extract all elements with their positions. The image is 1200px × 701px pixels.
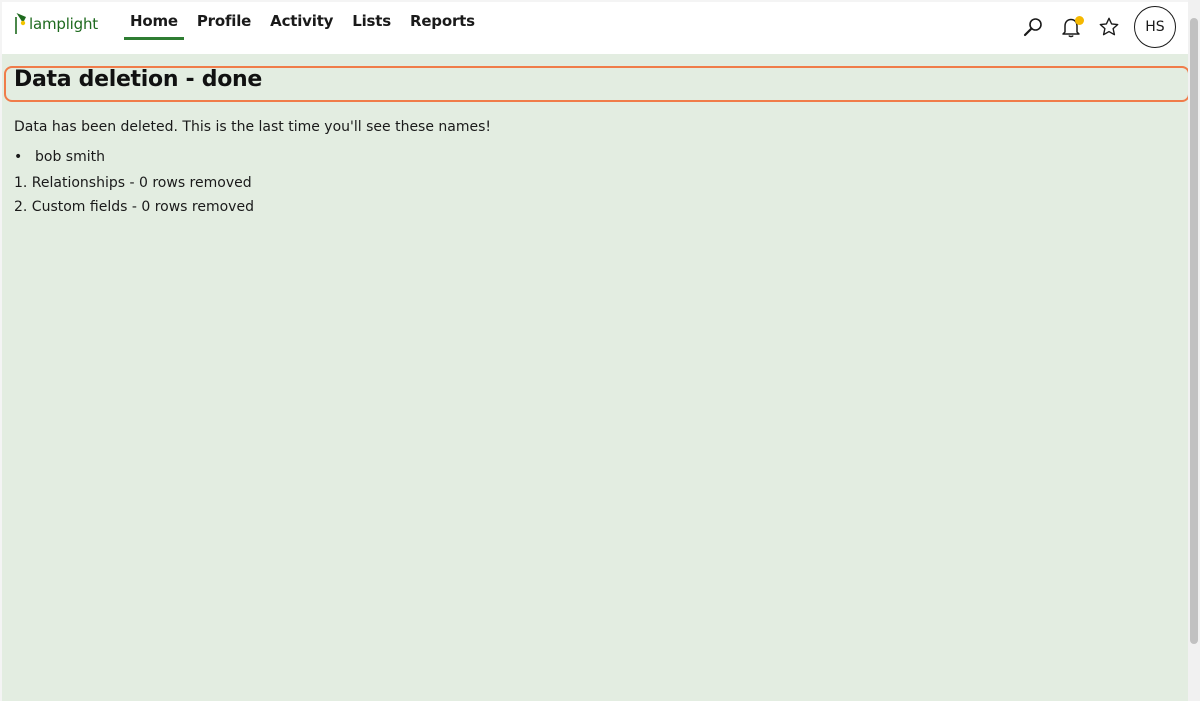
page-title: Data deletion - done [14, 67, 262, 92]
lamplight-logo[interactable]: lamplight [14, 8, 98, 34]
nav-activity[interactable]: Activity [262, 2, 341, 42]
deletion-message: Data has been deleted. This is the last … [14, 119, 492, 135]
search-button[interactable] [1020, 14, 1046, 40]
nav-lists[interactable]: Lists [344, 2, 399, 42]
notification-badge [1075, 16, 1084, 25]
deletion-results-list: 1. Relationships - 0 rows removed 2. Cus… [14, 172, 254, 219]
user-avatar[interactable]: HS [1134, 6, 1176, 48]
header-actions: HS [1008, 6, 1176, 48]
nav-profile[interactable]: Profile [189, 2, 259, 42]
result-item-relationships: 1. Relationships - 0 rows removed [14, 175, 252, 191]
nav-reports[interactable]: Reports [402, 2, 483, 42]
result-item-custom-fields: 2. Custom fields - 0 rows removed [14, 198, 254, 215]
search-icon [1023, 18, 1042, 37]
brand-name: lamplight [29, 15, 98, 33]
deleted-name-item: bob smith [14, 149, 105, 165]
app-window: lamplight Home Profile Activity Lists Re… [0, 0, 1200, 701]
deleted-names-list: bob smith [14, 149, 105, 165]
favourites-button[interactable] [1096, 14, 1122, 40]
vertical-scrollbar[interactable] [1188, 0, 1200, 701]
notifications-button[interactable] [1058, 14, 1084, 40]
star-icon [1099, 17, 1119, 36]
lamp-icon [15, 13, 26, 34]
main-nav: Home Profile Activity Lists Reports [122, 2, 486, 42]
top-navigation-bar: lamplight Home Profile Activity Lists Re… [2, 2, 1188, 54]
scrollbar-thumb[interactable] [1190, 18, 1198, 644]
main-content: Data deletion - done Data has been delet… [2, 54, 1190, 701]
nav-home[interactable]: Home [122, 2, 186, 42]
